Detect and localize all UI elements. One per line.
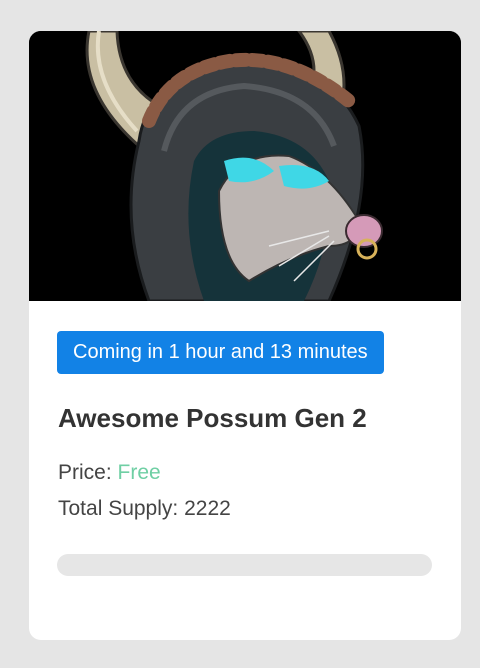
nft-card: Coming in 1 hour and 13 minutes Awesome … — [29, 31, 461, 640]
collection-title: Awesome Possum Gen 2 — [58, 403, 367, 433]
supply-value: 2222 — [184, 497, 231, 520]
price-value: Free — [117, 461, 161, 484]
nft-image — [29, 31, 461, 301]
countdown-badge: Coming in 1 hour and 13 minutes — [57, 331, 384, 374]
mint-progress-bar — [57, 554, 432, 576]
price-row: Price: Free — [58, 461, 161, 485]
supply-row: Total Supply: 2222 — [58, 497, 231, 521]
price-label: Price: — [58, 461, 112, 484]
supply-label: Total Supply: — [58, 497, 179, 520]
possum-artwork — [29, 31, 461, 301]
